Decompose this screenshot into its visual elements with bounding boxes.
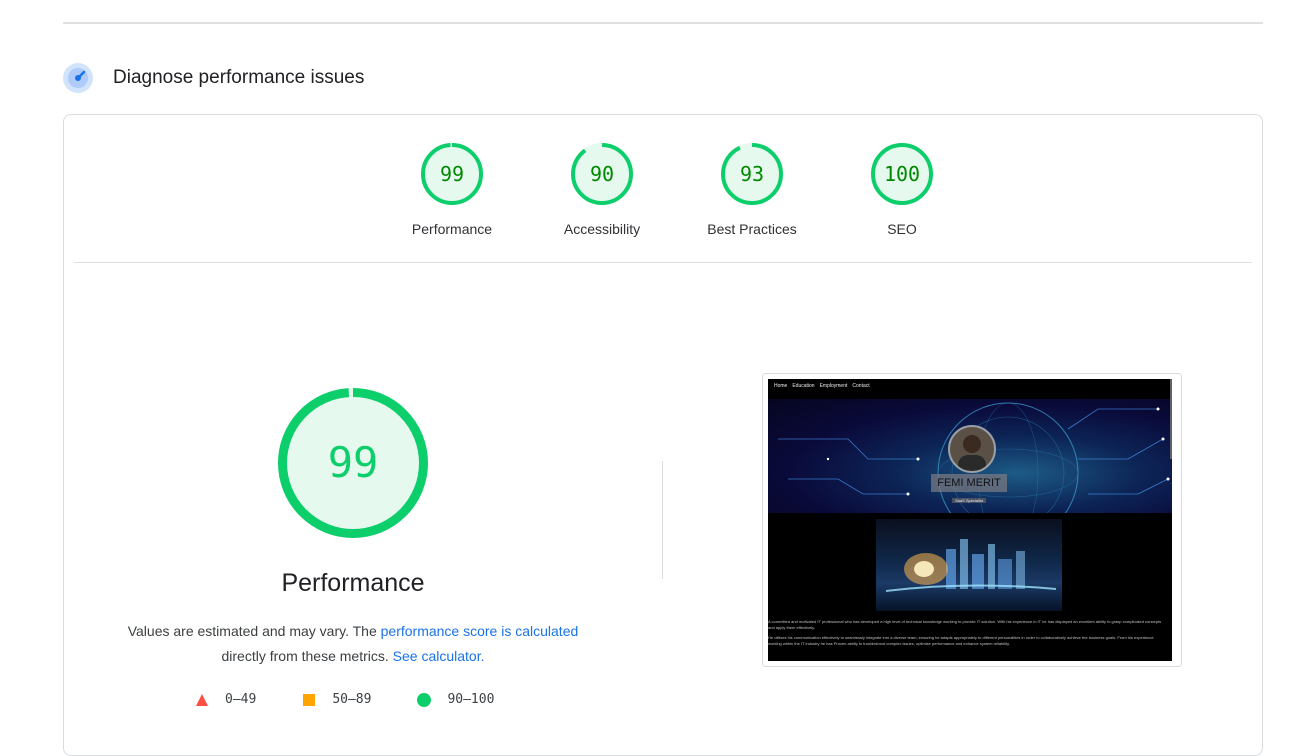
category-gauges: 99 Performance 90 Accessibility 93 Best … [377,143,977,243]
see-calculator-link[interactable]: See calculator. [393,648,485,664]
screenshot-hero: FEMI MERIT SaaS Specialist [768,399,1172,513]
score-legend: 0–49 50–89 90–100 [195,692,540,707]
score-value: 99 [439,162,465,186]
gauge-performance[interactable]: 99 Performance [377,143,527,243]
screenshot-nav-item: Education [792,383,815,389]
screenshot-role: SaaS Specialist [952,498,986,503]
gauge-icon [63,63,93,93]
screenshot-body-text: A committed and motivated IT professiona… [768,619,1168,647]
screenshot-canvas: Home Education Employment Contact FEMI M… [768,379,1172,661]
score-value: 90 [589,162,615,186]
desc-text: directly from these metrics. [221,648,393,664]
performance-description: Values are estimated and may vary. The p… [103,619,603,669]
circle-icon [417,692,432,707]
gauge-label: Performance [411,221,493,237]
section-title: Diagnose performance issues [113,67,365,88]
screenshot-nav-item: Contact [852,383,870,389]
performance-score-gauge: 99 [278,388,428,538]
legend-range: 50–89 [332,692,372,707]
score-calculated-link[interactable]: performance score is calculated [381,623,579,639]
legend-range: 0–49 [225,692,257,707]
screenshot-paragraph: A committed and motivated IT professiona… [768,619,1162,630]
report-card: 99 Performance 90 Accessibility 93 Best … [63,114,1263,756]
gauge-best-practices[interactable]: 93 Best Practices [677,143,827,243]
section-header: Diagnose performance issues [63,62,364,94]
triangle-icon [196,693,208,706]
card-divider [74,262,1252,263]
score-value: 93 [739,162,765,186]
legend-range: 90–100 [447,692,495,707]
gauge-label: SEO [887,221,917,237]
score-ring: 99 [421,143,483,205]
vertical-divider [662,461,663,579]
screenshot-scrollbar [1170,379,1172,459]
screenshot-name: FEMI MERIT [931,474,1007,492]
legend-average: 50–89 [302,692,371,707]
legend-pass: 90–100 [417,692,494,707]
square-icon [303,693,316,706]
screenshot-paragraph: He utilises his communication effectivel… [768,635,1154,646]
gauge-seo[interactable]: 100 SEO [827,143,977,243]
city-image [876,519,1062,611]
screenshot-nav: Home Education Employment Contact [774,383,870,389]
performance-title: Performance [281,569,425,597]
section-divider [63,22,1263,24]
score-ring: 93 [721,143,783,205]
gauge-label: Best Practices [707,221,797,237]
screenshot-nav-item: Employment [819,383,848,389]
performance-score-value: 99 [327,438,379,487]
avatar [948,425,996,473]
score-value: 100 [883,162,921,186]
legend-fail: 0–49 [195,692,256,707]
desc-text: Values are estimated and may vary. The [127,623,381,639]
gauge-accessibility[interactable]: 90 Accessibility [527,143,677,243]
score-ring: 90 [571,143,633,205]
screenshot-nav-item: Home [774,383,788,389]
gauge-label: Accessibility [563,221,641,237]
page-screenshot[interactable]: Home Education Employment Contact FEMI M… [762,373,1182,667]
score-ring: 100 [871,143,933,205]
